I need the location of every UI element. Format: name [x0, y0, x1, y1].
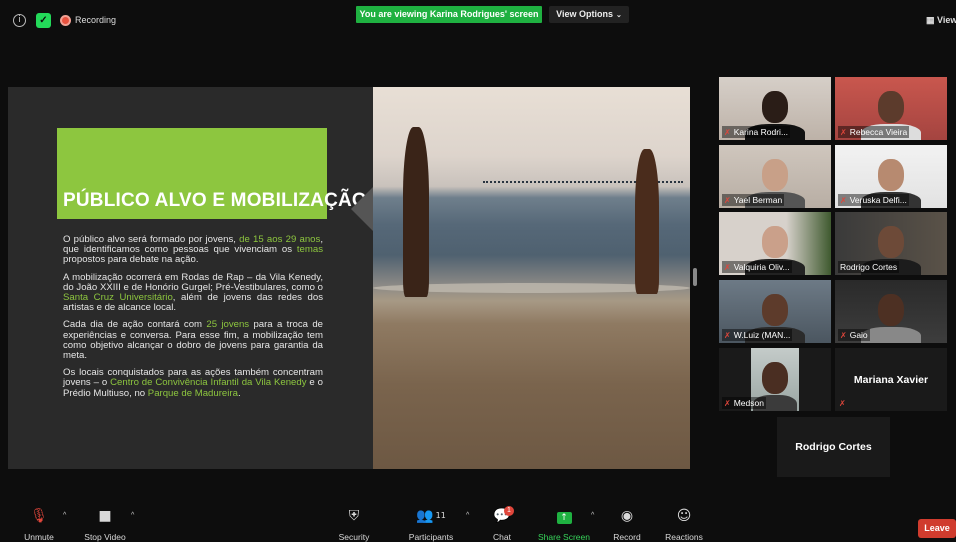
- grid-icon: ▦: [926, 15, 935, 25]
- participant-tile[interactable]: ✗ Rebecca Vieira: [835, 77, 947, 140]
- reactions-label: Reactions: [665, 532, 703, 542]
- slide-title-box: PÚBLICO ALVO E MOBILIZAÇÃO: [57, 128, 367, 219]
- chat-button[interactable]: 💬 1 Chat: [489, 506, 515, 542]
- security-label: Security: [338, 532, 370, 542]
- share-screen-button[interactable]: ↑ Share Screen: [538, 506, 590, 542]
- view-button[interactable]: ▦ View: [926, 15, 956, 26]
- security-button[interactable]: ⛨ Security: [336, 506, 372, 542]
- unmute-label: Unmute: [24, 532, 54, 542]
- unmute-button[interactable]: 🎙 Unmute: [18, 506, 60, 542]
- stop-video-label: Stop Video: [84, 532, 126, 542]
- participant-tile-video-off[interactable]: Mariana Xavier ✗: [835, 348, 947, 411]
- participant-name: Mariana Xavier: [853, 374, 929, 386]
- record-label: Record: [613, 532, 641, 542]
- share-screen-icon: ↑: [556, 512, 572, 524]
- participant-tile[interactable]: ✗ W.Luiz (MAN...: [719, 280, 831, 343]
- mic-muted-icon: ✗: [840, 128, 847, 137]
- chat-label: Chat: [493, 532, 511, 542]
- recording-icon: [60, 15, 71, 26]
- participant-name: Karina Rodri...: [733, 127, 789, 137]
- participant-tile[interactable]: ✗ Valquiria Oliv...: [719, 212, 831, 275]
- chevron-up-icon: ^: [591, 512, 595, 519]
- participants-options-caret[interactable]: ^: [461, 506, 471, 542]
- participant-tile[interactable]: ✗ Gaio: [835, 280, 947, 343]
- mic-muted-icon: ✗: [840, 196, 847, 205]
- leave-button[interactable]: Leave: [918, 519, 956, 538]
- smiley-plus-icon: ☺: [676, 508, 692, 524]
- mic-muted-icon: ✗: [724, 331, 731, 340]
- chat-unread-badge: 1: [504, 506, 514, 516]
- mic-muted-icon: ✗: [839, 399, 846, 408]
- participant-name: Medson: [733, 398, 764, 408]
- share-screen-label: Share Screen: [538, 532, 590, 542]
- participants-button[interactable]: 👥 11 Participants: [404, 506, 458, 542]
- participant-name: Rodrigo Cortes: [840, 262, 898, 272]
- chevron-up-icon: ^: [466, 512, 470, 519]
- beach-photo: [373, 87, 690, 469]
- slide-paragraph: O público alvo será formado por jovens, …: [63, 234, 323, 266]
- participant-name: Rodrigo Cortes: [795, 441, 872, 453]
- audio-options-caret[interactable]: ^: [58, 506, 68, 542]
- participant-tile[interactable]: ✗ Karina Rodri...: [719, 77, 831, 140]
- shared-screen-slide: PÚBLICO ALVO E MOBILIZAÇÃO O público alv…: [8, 87, 690, 469]
- participant-name: Yael Berman: [733, 195, 783, 205]
- info-icon[interactable]: i: [13, 14, 26, 27]
- participant-tile[interactable]: ✗ Medson: [719, 348, 831, 411]
- mic-muted-icon: ✗: [840, 331, 847, 340]
- pinned-participant-tile[interactable]: Rodrigo Cortes: [777, 417, 890, 477]
- participants-label: Participants: [408, 532, 454, 542]
- participant-tile-active-speaker[interactable]: Rodrigo Cortes: [835, 212, 947, 275]
- video-options-caret[interactable]: ^: [126, 506, 136, 542]
- participants-icon: 👥: [416, 508, 434, 524]
- shield-icon: ⛨: [348, 508, 360, 524]
- mic-muted-icon: ✗: [724, 399, 731, 408]
- participant-tile[interactable]: ✗ Yael Berman: [719, 145, 831, 208]
- participant-name: Veruska Delfi...: [849, 195, 907, 205]
- slide-title: PÚBLICO ALVO E MOBILIZAÇÃO: [63, 190, 367, 211]
- record-icon: ◉: [620, 508, 634, 524]
- participant-name: Gaio: [849, 330, 868, 340]
- slide-arrow-decoration: [351, 187, 373, 231]
- microphone-muted-icon: 🎙: [30, 508, 48, 524]
- participant-name: Rebecca Vieira: [849, 127, 908, 137]
- view-label: View: [937, 15, 956, 25]
- participant-name: W.Luiz (MAN...: [733, 330, 791, 340]
- slide-paragraph: Os locais conquistados para as ações tam…: [63, 367, 323, 399]
- slide-paragraph: A mobilização ocorrerá em Rodas de Rap –…: [63, 271, 323, 314]
- slide-scrollbar[interactable]: [693, 268, 697, 286]
- meeting-toolbar: 🎙 Unmute ^ ■ Stop Video ^ ⛨ Security 👥 11…: [0, 506, 956, 542]
- chevron-up-icon: ^: [131, 512, 135, 519]
- screen-share-banner: You are viewing Karina Rodrigues' screen: [356, 6, 542, 23]
- reactions-button[interactable]: ☺ Reactions: [664, 506, 704, 542]
- participants-count: 11: [435, 511, 446, 520]
- child-figure: [635, 149, 659, 294]
- meeting-top-bar: i ✓ Recording You are viewing Karina Rod…: [0, 0, 956, 40]
- mic-muted-icon: ✗: [724, 263, 731, 272]
- view-options-label: View Options: [556, 9, 613, 19]
- child-figure: [403, 127, 429, 297]
- stop-video-button[interactable]: ■ Stop Video: [80, 506, 130, 542]
- chevron-down-icon: ⌄: [615, 12, 622, 19]
- mic-muted-icon: ✗: [724, 128, 731, 137]
- encryption-shield-icon[interactable]: ✓: [36, 13, 51, 28]
- slide-paragraph: Cada dia de ação contará com 25 jovens p…: [63, 319, 323, 362]
- view-options-button[interactable]: View Options ⌄: [549, 6, 629, 23]
- chevron-up-icon: ^: [63, 512, 67, 519]
- record-button[interactable]: ◉ Record: [612, 506, 642, 542]
- mic-muted-icon: ✗: [724, 196, 731, 205]
- participant-name: Valquiria Oliv...: [733, 262, 790, 272]
- participant-tile[interactable]: ✗ Veruska Delfi...: [835, 145, 947, 208]
- recording-label: Recording: [75, 15, 117, 25]
- video-camera-icon: ■: [98, 508, 112, 524]
- share-options-caret[interactable]: ^: [586, 506, 596, 542]
- slide-body-text: O público alvo será formado por jovens, …: [63, 234, 323, 406]
